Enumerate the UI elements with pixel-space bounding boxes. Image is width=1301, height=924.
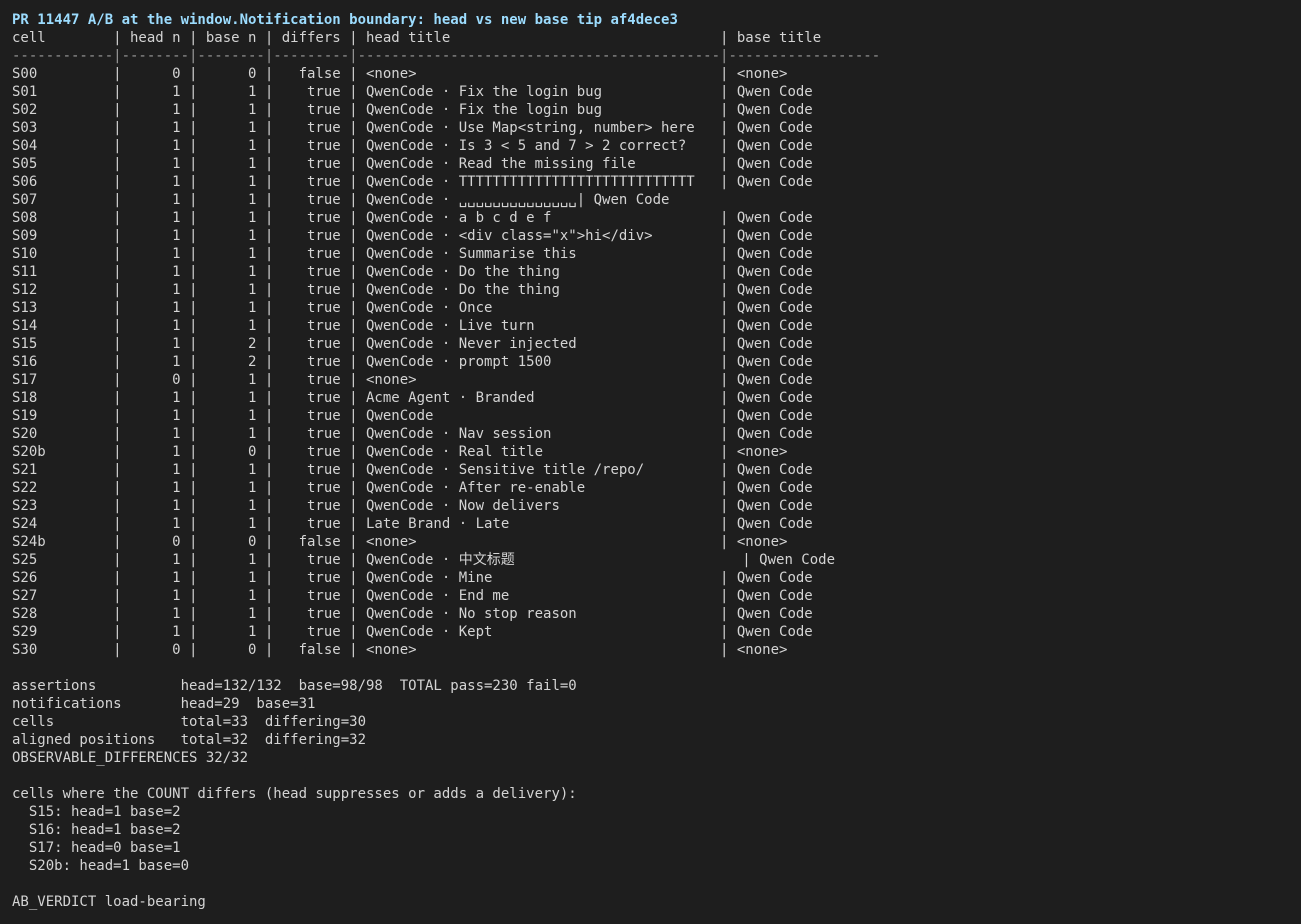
table-row: S02 | 1 | 1 | true | QwenCode · Fix the … <box>12 102 813 118</box>
summary-line: cells total=33 differing=30 <box>12 714 367 730</box>
count-diff-item: S20b: head=1 base=0 <box>12 858 190 874</box>
count-diff-item: S15: head=1 base=2 <box>12 804 181 820</box>
table-row: S20 | 1 | 1 | true | QwenCode · Nav sess… <box>12 426 813 442</box>
count-diffs-list: S15: head=1 base=2 S16: head=1 base=2 S1… <box>12 803 1301 875</box>
table-row: S14 | 1 | 1 | true | QwenCode · Live tur… <box>12 318 813 334</box>
table-row: S15 | 1 | 2 | true | QwenCode · Never in… <box>12 336 813 352</box>
table-row: S12 | 1 | 1 | true | QwenCode · Do the t… <box>12 282 813 298</box>
table-row: S10 | 1 | 1 | true | QwenCode · Summaris… <box>12 246 813 262</box>
table-row: S24b | 0 | 0 | false | <none> | <none> <box>12 534 788 550</box>
table-row: S28 | 1 | 1 | true | QwenCode · No stop … <box>12 606 813 622</box>
table-row: S29 | 1 | 1 | true | QwenCode · Kept | Q… <box>12 624 813 640</box>
table-row: S26 | 1 | 1 | true | QwenCode · Mine | Q… <box>12 570 813 586</box>
count-diff-item: S16: head=1 base=2 <box>12 822 181 838</box>
table-separator: ------------|--------|--------|---------… <box>12 48 881 64</box>
table-row: S08 | 1 | 1 | true | QwenCode · a b c d … <box>12 210 813 226</box>
report-title: PR 11447 A/B at the window.Notification … <box>12 12 678 28</box>
results-table: S00 | 0 | 0 | false | <none> | <none> S01… <box>12 65 1301 659</box>
table-row: S03 | 1 | 1 | true | QwenCode · Use Map<… <box>12 120 813 136</box>
table-row: S11 | 1 | 1 | true | QwenCode · Do the t… <box>12 264 813 280</box>
summary-line: OBSERVABLE_DIFFERENCES 32/32 <box>12 750 249 766</box>
count-diff-item: S17: head=0 base=1 <box>12 840 181 856</box>
table-row: S04 | 1 | 1 | true | QwenCode · Is 3 < 5… <box>12 138 813 154</box>
table-row: S13 | 1 | 1 | true | QwenCode · Once | Q… <box>12 300 813 316</box>
table-row: S18 | 1 | 1 | true | Acme Agent · Brande… <box>12 390 813 406</box>
table-row: S21 | 1 | 1 | true | QwenCode · Sensitiv… <box>12 462 813 478</box>
terminal-output: PR 11447 A/B at the window.Notification … <box>12 11 1301 911</box>
summary-line: aligned positions total=32 differing=32 <box>12 732 367 748</box>
table-row: S09 | 1 | 1 | true | QwenCode · <div cla… <box>12 228 813 244</box>
summary-block: assertions head=132/132 base=98/98 TOTAL… <box>12 677 1301 767</box>
table-row: S19 | 1 | 1 | true | QwenCode | Qwen Cod… <box>12 408 813 424</box>
count-diffs-heading: cells where the COUNT differs (head supp… <box>12 786 577 802</box>
summary-line: assertions head=132/132 base=98/98 TOTAL… <box>12 678 577 694</box>
table-row: S05 | 1 | 1 | true | QwenCode · Read the… <box>12 156 813 172</box>
table-row: S25 | 1 | 1 | true | QwenCode · 中文标题 | Q… <box>12 552 836 568</box>
table-row: S22 | 1 | 1 | true | QwenCode · After re… <box>12 480 813 496</box>
table-row: S30 | 0 | 0 | false | <none> | <none> <box>12 642 788 658</box>
table-row: S01 | 1 | 1 | true | QwenCode · Fix the … <box>12 84 813 100</box>
table-row: S24 | 1 | 1 | true | Late Brand · Late |… <box>12 516 813 532</box>
table-row: S07 | 1 | 1 | true | QwenCode · ␣␣␣␣␣␣␣␣… <box>12 192 670 208</box>
table-row: S23 | 1 | 1 | true | QwenCode · Now deli… <box>12 498 813 514</box>
table-row: S17 | 0 | 1 | true | <none> | Qwen Code <box>12 372 813 388</box>
table-row: S00 | 0 | 0 | false | <none> | <none> <box>12 66 788 82</box>
table-header: cell | head n | base n | differs | head … <box>12 30 822 46</box>
summary-line: notifications head=29 base=31 <box>12 696 316 712</box>
verdict-line: AB_VERDICT load-bearing <box>12 894 206 910</box>
table-row: S20b | 1 | 0 | true | QwenCode · Real ti… <box>12 444 788 460</box>
table-row: S27 | 1 | 1 | true | QwenCode · End me |… <box>12 588 813 604</box>
table-row: S16 | 1 | 2 | true | QwenCode · prompt 1… <box>12 354 813 370</box>
table-row: S06 | 1 | 1 | true | QwenCode · TTTTTTTT… <box>12 174 813 190</box>
